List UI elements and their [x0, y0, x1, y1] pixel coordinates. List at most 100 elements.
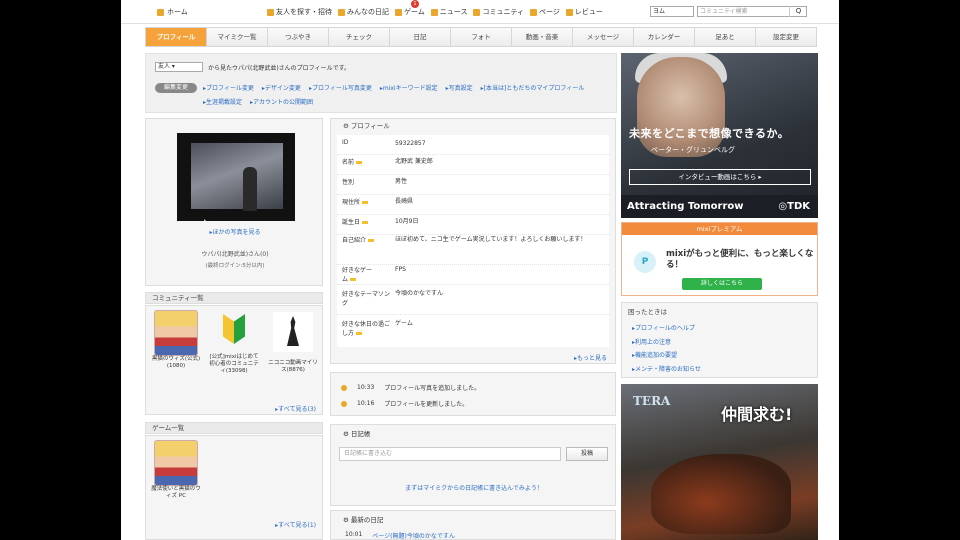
view-as-description: から見たウパパ(北野武並)さんのプロフィールです。 [208, 65, 350, 72]
premium-message: mixiがもっと便利に、もっと楽しくなる！ [666, 249, 814, 270]
help-links: ▸プロフィールのヘルプ ▸利用上の注意 ▸機能追加の要望 ▸メンテ・障害のお知ら… [632, 322, 812, 376]
diary-section: ⚙ 日記帳 日記帳に書き込む 投稿 まずはマイミクからの日記帳に書き込んでみよう… [330, 424, 616, 506]
tab-profile[interactable]: プロフィール [146, 28, 207, 46]
ad-person-name: ペーター・グリュンベルグ [651, 146, 735, 154]
review-icon [565, 8, 573, 16]
top-link-page[interactable]: ページ [530, 7, 560, 17]
top-links: 友人を探す・招待 みんなの日記 ゲーム ニュース コミュニティ ページ レビュー [267, 7, 603, 17]
community-item[interactable]: ニコニコ動画マイリス(8876) [266, 310, 320, 374]
community-item[interactable]: 黒猫のウィズ(公式)(1080) [150, 310, 202, 370]
edit-link-photo-settings[interactable]: ▸写真設定 [446, 83, 473, 92]
photo-scene [191, 143, 283, 211]
recent-diary-item[interactable]: 10:01 ページ(無題)今頃のかなですん [345, 531, 455, 540]
visibility-flag-icon [362, 221, 369, 224]
profile-row: 好きなテーマソング 今頃のかなですん [337, 289, 609, 315]
top-link-review[interactable]: レビュー [565, 7, 603, 17]
tdk-logo: ◎TDK [778, 201, 810, 212]
gear-icon: ⚙ [343, 122, 351, 130]
profile-row: 現住所 長崎県 [337, 197, 609, 215]
game-logo: TERA [633, 394, 671, 408]
activity-item: 10:16 プロフィールを更新しました。 [341, 399, 468, 408]
diary-hint-link[interactable]: まずはマイミクからの日記帳に書き込んでみよう！ [331, 483, 617, 492]
visibility-flag-icon [362, 201, 369, 204]
search-button[interactable]: Q [789, 6, 807, 17]
last-login-status: (最終ログイン:5分以内) [205, 263, 265, 269]
help-box: 困ったときは ▸プロフィールのヘルプ ▸利用上の注意 ▸機能追加の要望 ▸メンテ… [621, 302, 818, 378]
community-list: 黒猫のウィズ(公式)(1080) [公式]mixiはじめて初心者のコミュニティ(… [145, 305, 323, 415]
tdk-advertisement[interactable]: 未来をどこまで想像できるか。 ペーター・グリュンベルグ インタビュー動画はこちら… [621, 53, 818, 218]
tab-calendar[interactable]: カレンダー [634, 28, 695, 46]
edit-link-profile[interactable]: ▸プロフィール変更 [203, 83, 254, 92]
premium-header: mixiプレミアム [622, 223, 817, 235]
tab-mymixi-list[interactable]: マイミク一覧 [207, 28, 268, 46]
edit-links: ▸プロフィール変更 ▸デザイン変更 ▸プロフィール写真変更 ▸mixiキーワード… [203, 83, 603, 106]
tab-message[interactable]: メッセージ [573, 28, 634, 46]
recent-diary-section: ⚙ 最新の日記 10:01 ページ(無題)今頃のかなですん [330, 510, 616, 540]
page: ホーム 友人を探す・招待 みんなの日記 ゲーム ニュース コミュニティ ページ … [121, 0, 839, 540]
diary-input[interactable]: 日記帳に書き込む [339, 447, 561, 461]
home-icon [157, 8, 164, 16]
recent-diary-header: ⚙ 最新の日記 [343, 516, 384, 524]
home-link[interactable]: ホーム [157, 7, 188, 17]
premium-icon: P [634, 251, 656, 273]
profile-row: 名前 北野武 兼史郎 [337, 157, 609, 175]
profile-row: 好きな休日の過ごし方 ゲーム [342, 320, 413, 337]
search-scope-select[interactable]: ヨム [650, 6, 694, 17]
community-item-label: 黒猫のウィズ(公式)(1080) [151, 356, 201, 369]
gear-icon: ⚙ [343, 430, 351, 438]
edit-link-design[interactable]: ▸デザイン変更 [262, 83, 301, 92]
game-ad-copy: 仲間求む! [721, 405, 793, 424]
community-see-all-link[interactable]: ▸すべて見る(3) [275, 404, 316, 413]
view-as-select[interactable]: 友人 ▾ [155, 62, 203, 72]
help-link-request[interactable]: ▸機能追加の要望 [632, 349, 812, 363]
diary-post-button[interactable]: 投稿 [566, 447, 608, 461]
game-see-all-link[interactable]: ▸すべて見る(1) [275, 520, 316, 529]
visibility-flag-icon [356, 332, 363, 335]
tab-video-music[interactable]: 動画・音楽 [512, 28, 573, 46]
game-item[interactable]: 魔法使いと黒猫のウィズ PC [150, 440, 202, 500]
help-link-profile[interactable]: ▸プロフィールのヘルプ [632, 322, 812, 336]
profile-more-link[interactable]: ▸もっと見る [574, 353, 607, 362]
top-link-diary[interactable]: みんなの日記 [338, 7, 389, 17]
edit-link-account-visibility[interactable]: ▸アカウントの公開範囲 [250, 97, 313, 106]
community-list-header: コミュニティ一覧 [145, 292, 323, 304]
game-list: 魔法使いと黒猫のウィズ PC ▸すべて見る(1) [145, 435, 323, 540]
community-item[interactable]: [公式]mixiはじめて初心者のコミュニティ(33098) [208, 310, 260, 375]
tab-photo[interactable]: フォト [451, 28, 512, 46]
activity-feed: 10:33 プロフィール写真を追加しました。 10:16 プロフィールを更新しま… [330, 372, 616, 416]
ad-portrait [637, 57, 725, 157]
profile-header: ⚙ プロフィール [343, 122, 390, 130]
profile-edit-box: 友人 ▾ から見たウパパ(北野武並)さんのプロフィールです。 編集変更 ▸プロフ… [145, 53, 617, 113]
dancer-silhouette-icon [273, 312, 313, 352]
top-link-game[interactable]: ゲーム [395, 7, 425, 17]
edit-link-keyword[interactable]: ▸mixiキーワード設定 [380, 83, 438, 92]
tab-footprints[interactable]: 足あと [695, 28, 756, 46]
profile-section: ⚙ プロフィール ID 59322857 名前 北野武 兼史郎 性別 男性 現住所 長崎… [330, 118, 616, 364]
help-link-usage[interactable]: ▸利用上の注意 [632, 336, 812, 350]
game-list-header: ゲーム一覧 [145, 422, 323, 434]
tab-settings[interactable]: 設定変更 [756, 28, 816, 46]
tab-diary[interactable]: 日記 [390, 28, 451, 46]
visibility-flag-icon [350, 278, 357, 281]
search-icon: Q [795, 7, 802, 15]
tab-voice[interactable]: つぶやき [268, 28, 329, 46]
profile-row: ID 59322857 [337, 139, 609, 155]
edit-link-friend-profile[interactable]: ▸[本当は]ともだちのマイプロフィール [481, 83, 585, 92]
ad-copy: 未来をどこまで想像できるか。 [629, 127, 790, 140]
edit-link-profile-photo[interactable]: ▸プロフィール写真変更 [309, 83, 372, 92]
help-link-maintenance[interactable]: ▸メンテ・障害のお知らせ [632, 363, 812, 377]
top-link-find-friends[interactable]: 友人を探す・招待 [267, 7, 332, 17]
person-icon [341, 400, 347, 407]
help-header: 困ったときは [628, 308, 667, 316]
game-advertisement[interactable]: TERA 仲間求む! [621, 384, 818, 540]
top-link-community[interactable]: コミュニティ [473, 7, 524, 17]
mixi-premium-box: mixiプレミアム P mixiがもっと便利に、もっと楽しくなる！ 詳しくはこち… [621, 222, 818, 296]
gear-icon: ⚙ [343, 516, 351, 524]
top-link-news[interactable]: ニュース [430, 7, 467, 17]
more-photos-link[interactable]: ▸ほかの写真を見る [146, 227, 324, 236]
tab-check[interactable]: チェック [329, 28, 390, 46]
profile-photo[interactable] [177, 133, 295, 221]
ad-interview-button[interactable]: インタビュー動画はこちら ▸ [629, 169, 811, 185]
premium-details-button[interactable]: 詳しくはこちら [682, 278, 762, 290]
edit-link-publish-settings[interactable]: ▸生涯掲載設定 [203, 97, 242, 106]
